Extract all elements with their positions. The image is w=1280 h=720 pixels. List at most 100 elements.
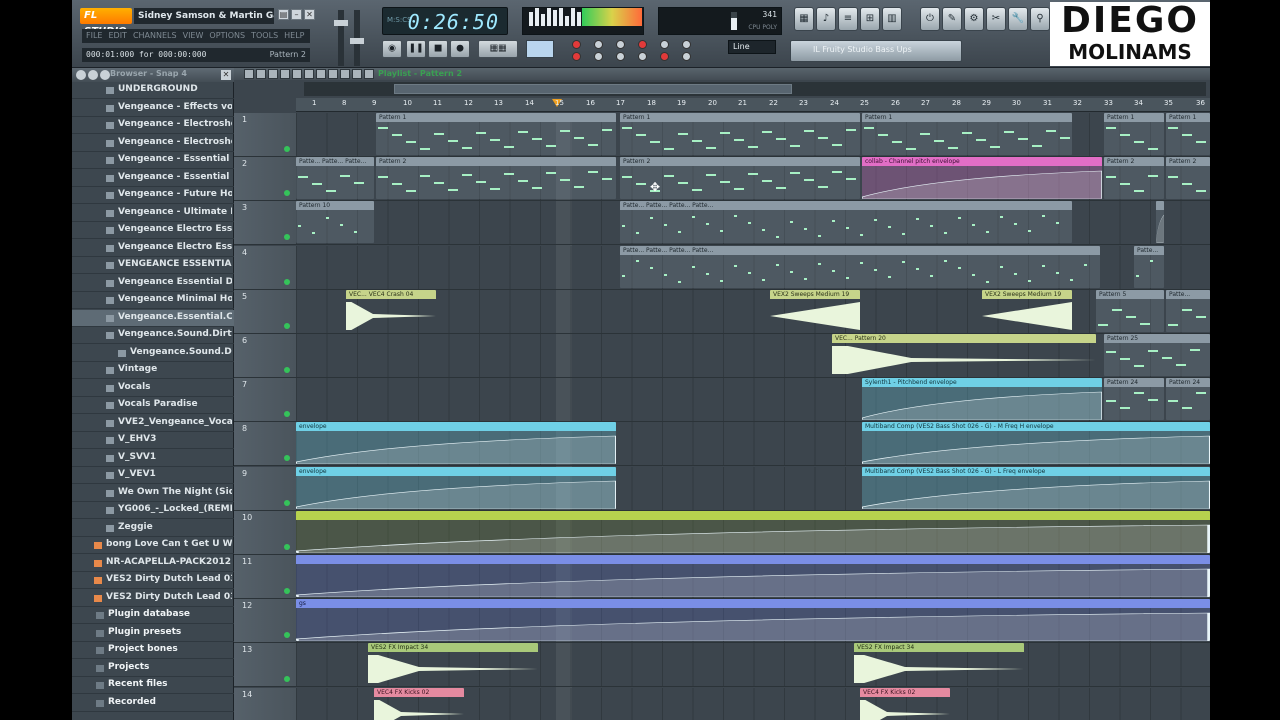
browser-item[interactable]: Vengeance Essential Du... <box>72 275 234 292</box>
tool-button[interactable]: ✎ <box>942 7 962 31</box>
auto-cyan-clip[interactable]: Multiband Comp (VES2 Bass Shot 026 - G) … <box>862 422 1210 465</box>
pattern-clip[interactable]: Patte... Patte... Patte... <box>296 157 374 200</box>
pattern-clip[interactable]: Patte... <box>1166 289 1210 332</box>
window-button[interactable]: ♪ <box>816 7 836 31</box>
track-lane[interactable]: VEC... VEC4 Crash 04 VEX2 Sweeps Medium 1… <box>296 289 1210 334</box>
browser-item[interactable]: V_EHV3 <box>72 432 234 449</box>
pattern-clip[interactable]: Pattern 1 <box>862 113 1072 155</box>
tool-button[interactable]: ✂ <box>986 7 1006 31</box>
browser-item[interactable]: Vintage <box>72 362 234 379</box>
browser-item[interactable]: Plugin database <box>72 607 234 624</box>
track-active-led[interactable] <box>284 411 290 418</box>
browser-item[interactable]: Recent files <box>72 677 234 694</box>
audio-clip[interactable]: VEX2 Sweeps Medium 19 <box>982 289 1072 332</box>
window-button[interactable]: ▥ <box>882 7 902 31</box>
track-active-led[interactable] <box>284 499 290 506</box>
tool-button[interactable]: ⚙ <box>964 7 984 31</box>
gfx-clip[interactable]: VES2 FX Impact 34 <box>368 643 538 685</box>
track-lane[interactable]: envelope Multiband Comp (VES2 Bass Shot 0… <box>296 466 1210 511</box>
browser-item[interactable]: Vengeance - Essential C... <box>72 152 234 169</box>
track-lane[interactable] <box>296 510 1210 555</box>
track-active-led[interactable] <box>284 278 290 285</box>
window-menu-button[interactable]: ▤ <box>278 9 289 20</box>
track-lane[interactable]: VEC4 FX Kicks 02 VEC4 FX Kicks 02 <box>296 687 1210 720</box>
browser-item[interactable]: VES2 Dirty Dutch Lead 03 ... <box>72 590 234 607</box>
record-option-dot[interactable] <box>660 52 669 61</box>
track-lane[interactable]: VES2 FX Impact 34 VES2 FX Impact 34 <box>296 643 1210 688</box>
track-active-led[interactable] <box>284 588 290 594</box>
track-active-led[interactable] <box>284 632 290 639</box>
window-button[interactable]: ▦ <box>794 7 814 31</box>
main-pitch-knob[interactable] <box>350 38 364 44</box>
browser-item[interactable]: Vengeance.Essential.Cl... <box>72 309 234 327</box>
menu-view[interactable]: VIEW <box>183 29 204 43</box>
browser-item[interactable]: Vengeance - Ultimate B... <box>72 205 234 222</box>
track-header[interactable]: 5 <box>234 289 296 334</box>
menu-channels[interactable]: CHANNELS <box>133 29 177 43</box>
auto-cyan-clip[interactable]: Sylenth1 - Pitchbend envelope <box>862 378 1102 421</box>
pattern-selector[interactable]: ▦▦ <box>478 40 518 58</box>
auto-cyan-clip[interactable]: envelope <box>296 466 616 509</box>
record-option-dot[interactable] <box>572 40 581 49</box>
track-lane[interactable]: Pattern 10 Patte... Patte... Patte... Pat… <box>296 201 1210 246</box>
track-lane[interactable] <box>296 555 1210 599</box>
track-active-led[interactable] <box>284 146 290 152</box>
close-button[interactable]: ✕ <box>304 9 315 20</box>
browser-close-icon[interactable]: ✕ <box>221 70 231 80</box>
audio-clip[interactable]: VEC... VEC4 Crash 04 <box>346 289 436 332</box>
timeline-ruler[interactable]: 1 8 9 10 11 12 13 14 15 16 17 18 19 20 21 22 23 24 25 26 27 2… <box>296 98 1210 112</box>
record-button[interactable]: ● <box>450 40 470 58</box>
browser-menu-icon[interactable] <box>100 70 110 80</box>
playlist-tool-button[interactable] <box>268 69 278 79</box>
lime-clip[interactable] <box>296 510 1210 553</box>
track-lane[interactable]: Patte... Patte... Patte... Pattern 2 Patte… <box>296 157 1210 202</box>
window-button[interactable]: ⊞ <box>860 7 880 31</box>
pattern-clip[interactable]: Pattern 1 <box>620 113 860 155</box>
track-lane[interactable]: gs <box>296 599 1210 644</box>
track-header[interactable]: 13 <box>234 643 296 688</box>
track-header[interactable]: 8 <box>234 422 296 467</box>
playlist-tool-button[interactable] <box>280 69 290 79</box>
current-pattern-label[interactable]: Pattern 2 <box>270 48 306 62</box>
browser-item[interactable]: Recorded <box>72 695 234 712</box>
window-button[interactable]: ≡ <box>838 7 858 31</box>
horizontal-scrollbar[interactable] <box>304 82 1206 96</box>
track-header[interactable]: 1 <box>234 113 296 157</box>
record-option-dot[interactable] <box>682 52 691 61</box>
playlist-tool-button[interactable] <box>304 69 314 79</box>
pattern-clip[interactable]: Pattern 1 <box>1166 113 1210 155</box>
tool-button[interactable]: ⚲ <box>1030 7 1050 31</box>
track-header[interactable]: 3 <box>234 201 296 246</box>
track-active-led[interactable] <box>284 455 290 462</box>
browser-item[interactable]: Vengeance.Sound.Dir... <box>72 345 234 362</box>
pattern-clip[interactable]: Pattern 1 <box>1104 113 1164 155</box>
track-active-led[interactable] <box>284 367 290 373</box>
browser-item[interactable]: We Own The Night (Sidn... <box>72 485 234 502</box>
pattern-clip[interactable]: Pattern 2 <box>1166 157 1210 200</box>
browser-item[interactable]: Plugin presets <box>72 625 234 642</box>
browser-item[interactable]: VES2 Dirty Dutch Lead 03 ... <box>72 572 234 589</box>
playlist-tool-button[interactable] <box>256 69 266 79</box>
track-header[interactable]: 4 <box>234 245 296 290</box>
record-option-dot[interactable] <box>594 52 603 61</box>
scrollbar-thumb[interactable] <box>394 84 792 94</box>
gfx-clip[interactable]: VES2 FX Impact 34 <box>854 643 1024 685</box>
record-option-dot[interactable] <box>660 40 669 49</box>
pattern-clip[interactable]: Pattern 24 <box>1104 378 1164 421</box>
track-active-led[interactable] <box>284 190 290 197</box>
plugin-picker[interactable]: IL Fruity Studio Bass Ups <box>790 40 962 62</box>
pattern-clip[interactable]: Pattern 2 <box>1104 157 1164 200</box>
record-option-dot[interactable] <box>638 52 647 61</box>
playlist-tool-button[interactable] <box>292 69 302 79</box>
track-active-led[interactable] <box>284 676 290 683</box>
browser-item[interactable]: Zeggie <box>72 520 234 537</box>
playlist-tool-button[interactable] <box>364 69 374 79</box>
main-volume-slider[interactable] <box>334 10 348 66</box>
browser-item[interactable]: Vocals <box>72 380 234 397</box>
track-header[interactable]: 10 <box>234 510 296 555</box>
browser-item[interactable]: VVE2_Vengeance_Voca... <box>72 415 234 432</box>
pat-song-toggle[interactable]: ◉ <box>382 40 402 58</box>
track-header[interactable]: 9 <box>234 466 296 511</box>
browser-back-icon[interactable] <box>76 70 86 80</box>
main-volume-knob[interactable] <box>334 20 348 26</box>
